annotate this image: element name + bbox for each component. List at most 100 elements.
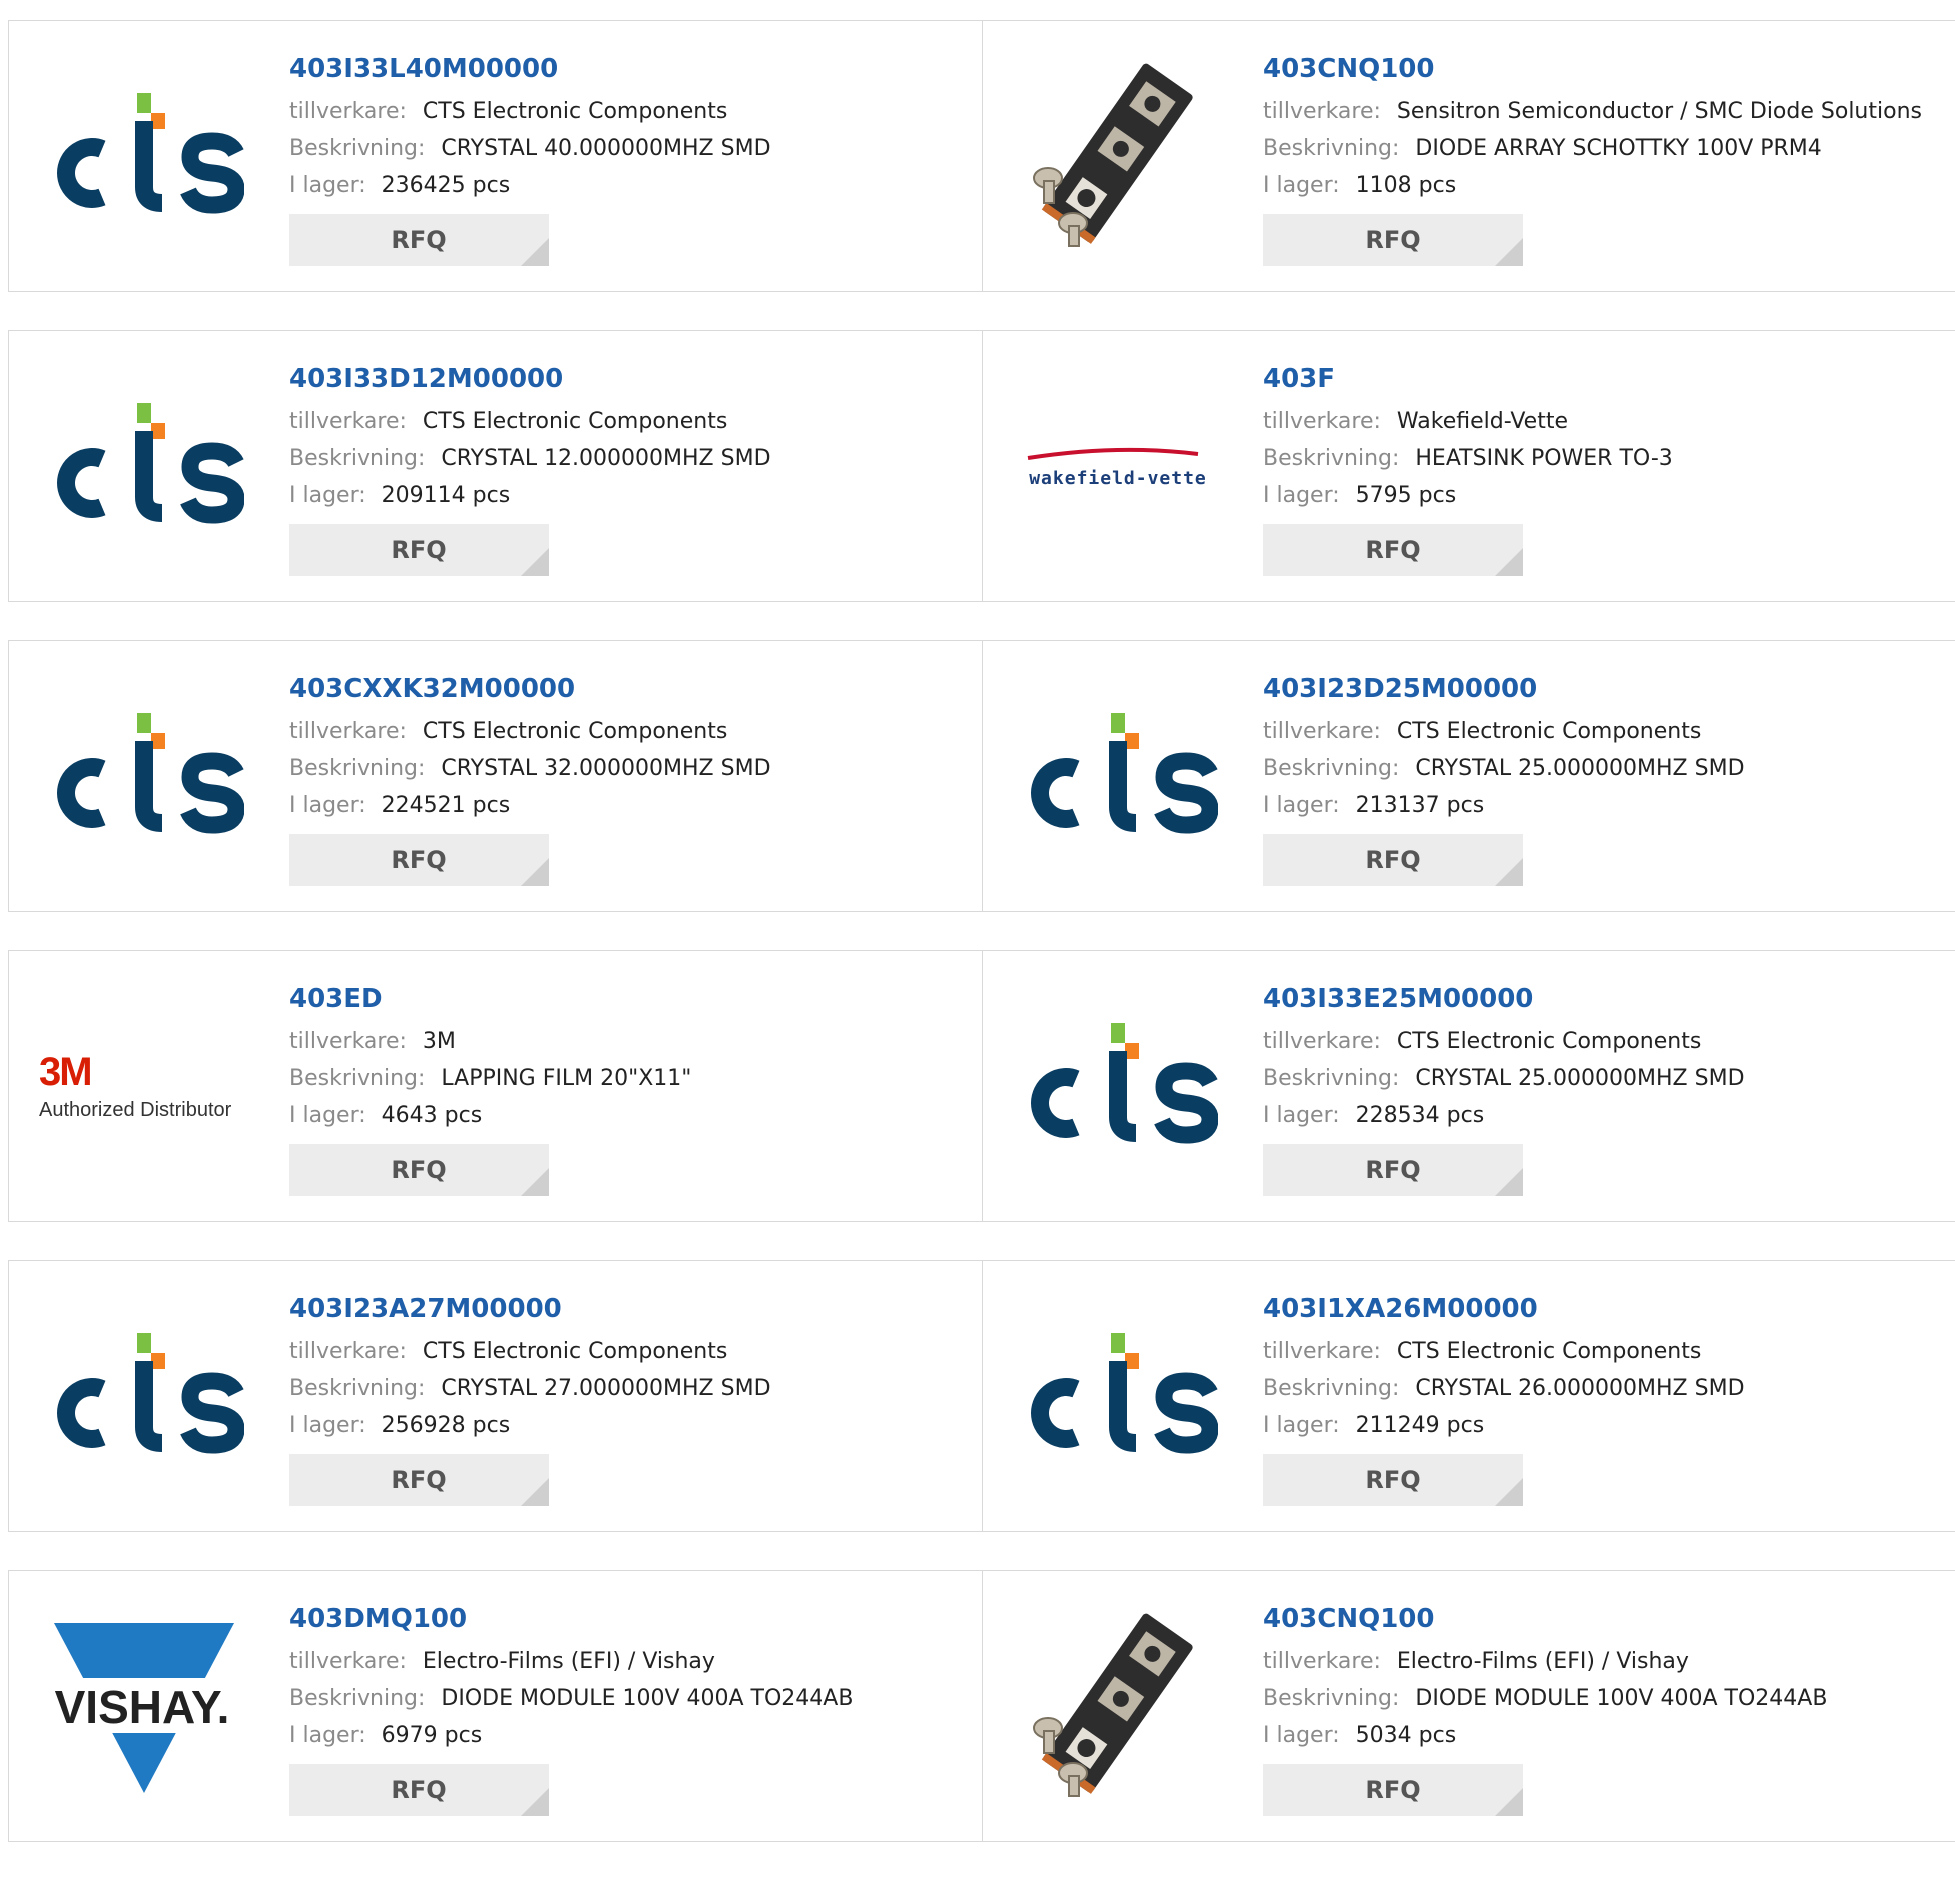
rfq-button[interactable]: RFQ [289,1764,549,1816]
part-number-link[interactable]: 403CNQ100 [1263,1601,1827,1643]
product-card: 403CNQ100 tillverkare: Sensitron Semicond… [982,21,1955,291]
rfq-button[interactable]: RFQ [1263,524,1523,576]
stock-label: I lager: [289,1723,366,1748]
cts-logo[interactable] [1018,711,1219,841]
stock-label: I lager: [1263,173,1340,198]
3m-logo[interactable]: 3M Authorized Distributor [39,1050,249,1122]
stock-value: 6979 pcs [381,1723,483,1748]
manufacturer-logo [39,681,249,871]
product-info: 403CNQ100 tillverkare: Electro-Films (EFI… [1263,1601,1827,1816]
manufacturer-value: CTS Electronic Components [422,99,728,124]
part-number-link[interactable]: 403CXXK32M00000 [289,671,771,713]
description-line: Beskrivning: CRYSTAL 32.000000MHZ SMD [289,750,771,787]
manufacturer-value: CTS Electronic Components [1396,1029,1702,1054]
rfq-button[interactable]: RFQ [1263,834,1523,886]
part-number-link[interactable]: 403DMQ100 [289,1601,853,1643]
description-label: Beskrivning: [1263,446,1400,471]
manufacturer-label: tillverkare: [289,1029,407,1054]
product-info: 403CNQ100 tillverkare: Sensitron Semicond… [1263,51,1922,266]
cts-logo[interactable] [1018,1021,1219,1151]
part-number-link[interactable]: 403I23D25M00000 [1263,671,1745,713]
stock-value: 236425 pcs [381,173,511,198]
manufacturer-label: tillverkare: [289,1339,407,1364]
stock-line: I lager: 1108 pcs [1263,167,1922,204]
description-label: Beskrivning: [289,756,426,781]
rfq-button[interactable]: RFQ [289,214,549,266]
description-value: CRYSTAL 32.000000MHZ SMD [441,756,771,781]
part-number-link[interactable]: 403CNQ100 [1263,51,1922,93]
description-value: DIODE MODULE 100V 400A TO244AB [1415,1686,1828,1711]
product-card: wakefield-vette 403F tillverkare: Wakefie… [982,331,1955,601]
manufacturer-line: tillverkare: Sensitron Semiconductor / SM… [1263,93,1922,130]
cts-logo[interactable] [44,91,245,221]
description-label: Beskrivning: [1263,756,1400,781]
manufacturer-label: tillverkare: [1263,719,1381,744]
stock-value: 228534 pcs [1355,1103,1485,1128]
product-card: 403CNQ100 tillverkare: Electro-Films (EFI… [982,1571,1955,1841]
rfq-button[interactable]: RFQ [1263,1454,1523,1506]
manufacturer-logo [1013,1611,1223,1801]
stock-label: I lager: [289,173,366,198]
3m-mark: 3M [39,1050,93,1094]
part-number-link[interactable]: 403I33L40M00000 [289,51,771,93]
rfq-button[interactable]: RFQ [1263,214,1523,266]
description-value: CRYSTAL 27.000000MHZ SMD [441,1376,771,1401]
stock-line: I lager: 211249 pcs [1263,1407,1745,1444]
rfq-button[interactable]: RFQ [289,524,549,576]
description-label: Beskrivning: [1263,136,1400,161]
part-number-link[interactable]: 403ED [289,981,691,1023]
part-number-link[interactable]: 403F [1263,361,1673,403]
vishay-logo[interactable]: VISHAY. [44,1603,244,1809]
manufacturer-line: tillverkare: CTS Electronic Components [1263,1333,1745,1370]
rfq-button[interactable]: RFQ [289,1144,549,1196]
rfq-button[interactable]: RFQ [1263,1144,1523,1196]
manufacturer-value: Sensitron Semiconductor / SMC Diode Solu… [1396,99,1922,124]
manufacturer-logo [1013,991,1223,1181]
rfq-button[interactable]: RFQ [1263,1764,1523,1816]
description-value: LAPPING FILM 20"X11" [441,1066,692,1091]
stock-label: I lager: [1263,1413,1340,1438]
description-label: Beskrivning: [1263,1376,1400,1401]
product-card: 403I33L40M00000 tillverkare: CTS Electron… [9,21,982,291]
description-label: Beskrivning: [1263,1066,1400,1091]
stock-line: I lager: 4643 pcs [289,1097,691,1134]
diode-module-image[interactable] [1018,53,1218,259]
description-label: Beskrivning: [289,1686,426,1711]
part-number-link[interactable]: 403I23A27M00000 [289,1291,771,1333]
part-number-link[interactable]: 403I33D12M00000 [289,361,771,403]
rfq-button[interactable]: RFQ [289,834,549,886]
manufacturer-line: tillverkare: CTS Electronic Components [289,1333,771,1370]
stock-line: I lager: 228534 pcs [1263,1097,1745,1134]
stock-line: I lager: 213137 pcs [1263,787,1745,824]
part-number-link[interactable]: 403I1XA26M00000 [1263,1291,1745,1333]
manufacturer-logo: wakefield-vette [1013,371,1223,561]
cts-logo[interactable] [44,401,245,531]
product-info: 403ED tillverkare: 3M Beskrivning: LAPPING… [289,981,691,1196]
manufacturer-line: tillverkare: CTS Electronic Components [289,93,771,130]
manufacturer-line: tillverkare: CTS Electronic Components [289,403,771,440]
part-number-link[interactable]: 403I33E25M00000 [1263,981,1745,1023]
stock-value: 4643 pcs [381,1103,483,1128]
manufacturer-value: CTS Electronic Components [422,719,728,744]
stock-line: I lager: 5034 pcs [1263,1717,1827,1754]
stock-line: I lager: 236425 pcs [289,167,771,204]
product-row: VISHAY. 403DMQ100 tillverkare: Electro-Fi… [8,1570,1955,1842]
description-line: Beskrivning: CRYSTAL 40.000000MHZ SMD [289,130,771,167]
product-card: 403I1XA26M00000 tillverkare: CTS Electron… [982,1261,1955,1531]
diode-module-image[interactable] [1018,1603,1218,1809]
cts-logo[interactable] [44,1331,245,1461]
stock-label: I lager: [289,1103,366,1128]
manufacturer-value: Electro-Films (EFI) / Vishay [422,1649,715,1674]
wakefield-vette-logo[interactable]: wakefield-vette [1018,443,1218,489]
product-grid: 403I33L40M00000 tillverkare: CTS Electron… [8,20,1955,1880]
3m-authorized-text: Authorized Distributor [39,1099,232,1121]
manufacturer-label: tillverkare: [289,1649,407,1674]
cts-logo[interactable] [1018,1331,1219,1461]
description-label: Beskrivning: [289,136,426,161]
cts-logo[interactable] [44,711,245,841]
product-card: 3M Authorized Distributor 403ED tillverk… [9,951,982,1221]
manufacturer-value: CTS Electronic Components [1396,719,1702,744]
product-card: 403I23D25M00000 tillverkare: CTS Electron… [982,641,1955,911]
manufacturer-logo [1013,1301,1223,1491]
rfq-button[interactable]: RFQ [289,1454,549,1506]
